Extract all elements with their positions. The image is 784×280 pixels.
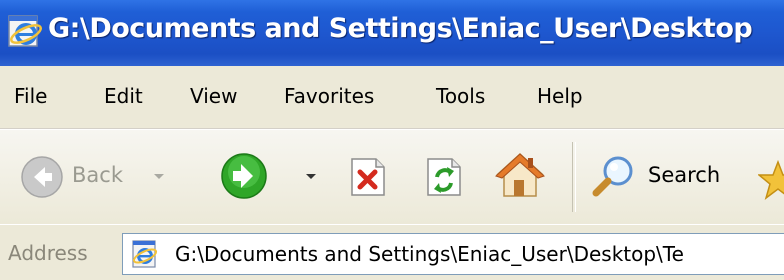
- home-icon: [495, 152, 545, 197]
- page-icon: [132, 240, 158, 268]
- menu-bar: File Edit View Favorites Tools Help: [0, 66, 784, 129]
- home-button[interactable]: [494, 130, 552, 224]
- menu-help[interactable]: Help: [537, 84, 583, 108]
- address-input[interactable]: G:\Documents and Settings\Eniac_User\Des…: [122, 233, 784, 275]
- address-bar: Address G:\Documents and Settings\Eniac_…: [0, 224, 784, 280]
- refresh-icon: [427, 158, 461, 196]
- address-label: Address: [8, 241, 88, 265]
- standard-toolbar: Back Search: [0, 129, 784, 225]
- window-title: G:\Documents and Settings\Eniac_User\Des…: [48, 13, 753, 44]
- menu-view[interactable]: View: [190, 84, 237, 108]
- toolbar-separator: [572, 142, 576, 212]
- back-button[interactable]: Back: [4, 130, 184, 224]
- search-icon: [592, 156, 633, 197]
- back-icon: [21, 156, 63, 198]
- stop-icon: [351, 158, 385, 196]
- search-label: Search: [648, 163, 721, 187]
- favorites-button[interactable]: [754, 130, 784, 224]
- forward-dropdown-arrow[interactable]: [306, 174, 316, 179]
- search-button[interactable]: Search: [584, 130, 744, 224]
- favorites-icon: [758, 160, 784, 200]
- menu-tools[interactable]: Tools: [436, 84, 485, 108]
- refresh-button[interactable]: [420, 130, 472, 224]
- menu-edit[interactable]: Edit: [104, 84, 143, 108]
- stop-button[interactable]: [344, 130, 396, 224]
- forward-button[interactable]: [214, 130, 330, 224]
- menu-favorites[interactable]: Favorites: [284, 84, 374, 108]
- back-label: Back: [72, 163, 123, 187]
- title-bar[interactable]: G:\Documents and Settings\Eniac_User\Des…: [0, 0, 784, 66]
- menu-file[interactable]: File: [14, 84, 47, 108]
- back-dropdown-arrow[interactable]: [154, 174, 164, 179]
- internet-explorer-icon: [8, 15, 42, 47]
- address-value: G:\Documents and Settings\Eniac_User\Des…: [175, 242, 684, 266]
- forward-icon: [221, 153, 267, 199]
